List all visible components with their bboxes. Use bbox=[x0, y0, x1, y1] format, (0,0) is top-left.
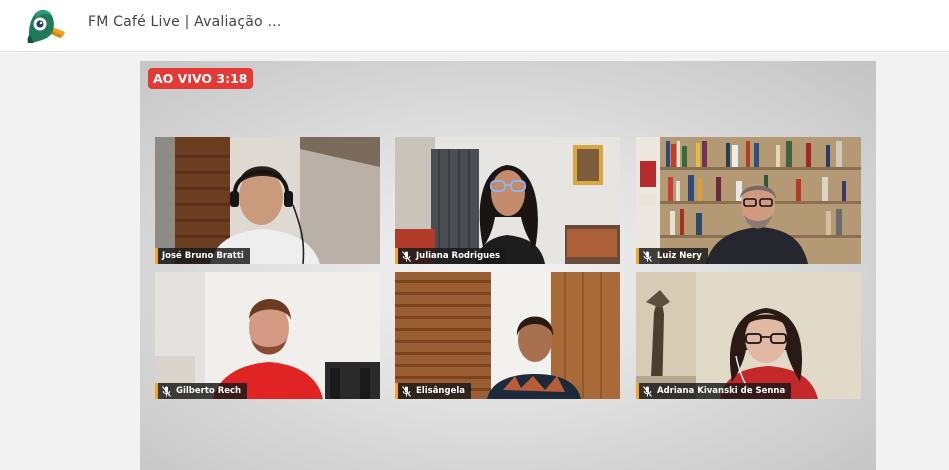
live-badge: AO VIVO 3:18 bbox=[148, 68, 253, 89]
participant-name: Juliana Rodrigues bbox=[416, 251, 501, 261]
participant-tile[interactable]: Luiz Nery bbox=[636, 137, 861, 264]
video-stage: AO VIVO 3:18 José Bruno Bratti Juliana R… bbox=[140, 61, 876, 470]
participant-video bbox=[155, 272, 380, 399]
participant-name-tag: Juliana Rodrigues bbox=[395, 248, 507, 264]
participant-name-tag: Luiz Nery bbox=[636, 248, 708, 264]
participant-tile[interactable]: Adriana Kivanski de Senna bbox=[636, 272, 861, 399]
participant-tile[interactable]: Elisângela bbox=[395, 272, 620, 399]
mic-muted-icon bbox=[162, 385, 171, 397]
participant-name: Adriana Kivanski de Senna bbox=[657, 386, 786, 396]
participant-name-tag: Gilberto Rech bbox=[155, 383, 248, 399]
mic-muted-icon bbox=[402, 250, 411, 262]
participant-video bbox=[395, 272, 620, 399]
participant-tile[interactable]: Juliana Rodrigues bbox=[395, 137, 620, 264]
mic-muted-icon bbox=[643, 250, 652, 262]
participant-name: Elisângela bbox=[416, 386, 465, 396]
participant-tile[interactable]: José Bruno Bratti bbox=[155, 137, 380, 264]
participant-name-tag: Adriana Kivanski de Senna bbox=[636, 383, 792, 399]
participant-video bbox=[636, 272, 861, 399]
page-title: FM Café Live | Avaliação … bbox=[88, 14, 282, 30]
participant-video bbox=[155, 137, 380, 264]
participant-name: Luiz Nery bbox=[657, 251, 702, 261]
participant-name-tag: Elisângela bbox=[395, 383, 471, 399]
participant-name: Gilberto Rech bbox=[176, 386, 242, 396]
participant-video bbox=[636, 137, 861, 264]
duck-logo-icon[interactable] bbox=[22, 5, 66, 45]
participant-tile[interactable]: Gilberto Rech bbox=[155, 272, 380, 399]
participant-name: José Bruno Bratti bbox=[162, 251, 244, 261]
participant-video bbox=[395, 137, 620, 264]
participant-name-tag: José Bruno Bratti bbox=[155, 248, 250, 264]
mic-muted-icon bbox=[643, 385, 652, 397]
top-bar: FM Café Live | Avaliação … bbox=[0, 0, 949, 52]
mic-muted-icon bbox=[402, 385, 411, 397]
